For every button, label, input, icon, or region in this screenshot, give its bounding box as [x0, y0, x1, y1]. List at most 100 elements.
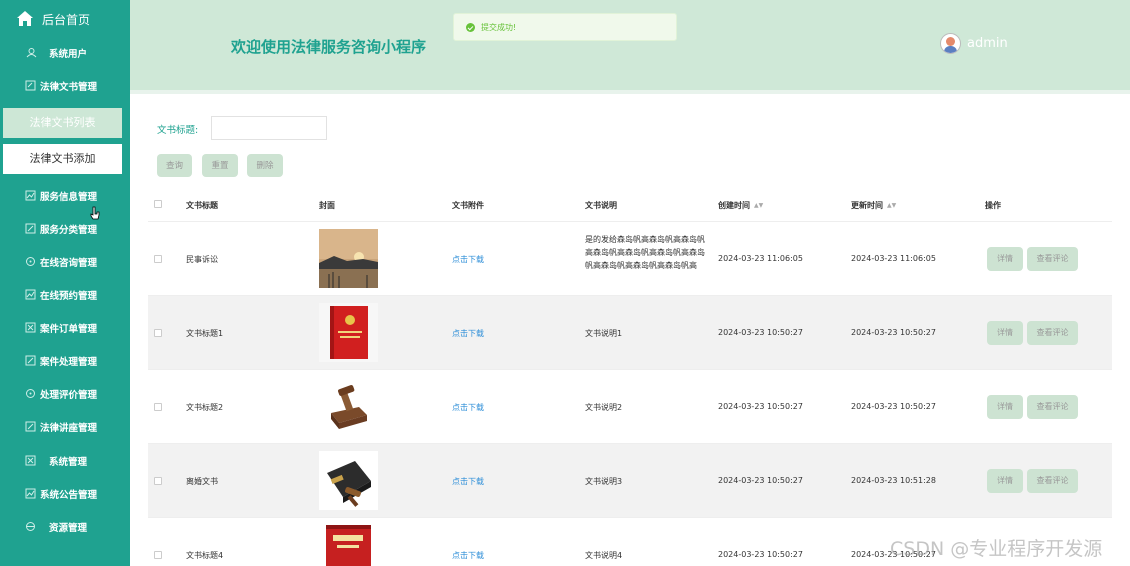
- query-button[interactable]: 查询: [157, 154, 192, 177]
- chat-icon: [26, 389, 35, 398]
- detail-button[interactable]: 详情: [987, 247, 1023, 271]
- detail-button[interactable]: 详情: [987, 395, 1023, 419]
- row-updated: 2024-03-23 10:51:28: [851, 476, 936, 485]
- row-desc: 文书说明2: [585, 403, 623, 412]
- row-title: 离婚文书: [186, 477, 218, 486]
- mouse-pointer-icon: [90, 206, 100, 220]
- row-checkbox[interactable]: [154, 477, 162, 485]
- detail-button[interactable]: 详情: [987, 321, 1023, 345]
- watermark: CSDN @专业程序开发源: [890, 538, 1103, 560]
- avatar[interactable]: [940, 33, 961, 54]
- toast-message: 提交成功!: [481, 23, 517, 32]
- row-title: 文书标题1: [186, 329, 224, 338]
- view-comments-button[interactable]: 查看评论: [1027, 321, 1078, 345]
- row-updated: 2024-03-23 10:50:27: [851, 402, 936, 411]
- header-divider: [130, 90, 1130, 94]
- sidebar-item-service-category[interactable]: 服务分类管理: [0, 217, 130, 241]
- chart-icon: [25, 190, 36, 201]
- sidebar-item-legal-docs[interactable]: 法律文书管理: [0, 74, 130, 98]
- header: 欢迎使用法律服务咨询小程序 提交成功! admin: [130, 0, 1130, 90]
- row-checkbox[interactable]: [154, 255, 162, 263]
- row-updated: 2024-03-23 10:50:27: [851, 328, 936, 337]
- table-row: 民事诉讼 点击下载 是的发给森岛帆高森岛帆高森岛帆高森岛帆高森岛帆高森岛帆高森岛…: [148, 222, 1112, 296]
- cover-image: [319, 525, 378, 566]
- col-actions: 操作: [985, 201, 1001, 210]
- row-checkbox[interactable]: [154, 403, 162, 411]
- row-checkbox[interactable]: [154, 329, 162, 337]
- col-attachment: 文书附件: [452, 201, 484, 210]
- user-icon: [26, 48, 37, 58]
- row-checkbox[interactable]: [154, 551, 162, 559]
- sort-icon[interactable]: ▲▼: [887, 202, 896, 209]
- row-title: 民事诉讼: [186, 255, 218, 264]
- detail-button[interactable]: 详情: [987, 469, 1023, 493]
- sidebar-sub-doc-list[interactable]: 法律文书列表: [3, 108, 122, 138]
- cover-image: [319, 229, 378, 288]
- chart-icon: [25, 289, 36, 300]
- sidebar-item-resources[interactable]: 资源管理: [0, 515, 130, 539]
- row-desc: 是的发给森岛帆高森岛帆高森岛帆高森岛帆高森岛帆高森岛帆高森岛帆高森岛帆高森岛帆高…: [585, 235, 705, 270]
- success-toast: 提交成功!: [453, 13, 677, 41]
- username[interactable]: admin: [967, 36, 1008, 51]
- row-title: 文书标题4: [186, 551, 224, 560]
- search-input[interactable]: [211, 116, 327, 140]
- table-row: 文书标题1 点击下载 文书说明1 2024-03-23 10:50:27 202…: [148, 296, 1112, 370]
- table-row: 文书标题2 点击下载 文书说明2 2024-03-23 10:50:27 202…: [148, 370, 1112, 444]
- row-updated: 2024-03-23 11:06:05: [851, 254, 936, 263]
- row-created: 2024-03-23 10:50:27: [718, 402, 803, 411]
- view-comments-button[interactable]: 查看评论: [1027, 247, 1078, 271]
- success-icon: [466, 23, 475, 32]
- col-cover: 封面: [319, 201, 335, 210]
- sidebar-home[interactable]: 后台首页: [0, 0, 130, 38]
- sidebar-item-review[interactable]: 处理评价管理: [0, 382, 130, 406]
- edit-icon: [25, 355, 36, 366]
- sidebar-home-label: 后台首页: [42, 13, 91, 27]
- edit-icon: [25, 421, 36, 432]
- site-title: 欢迎使用法律服务咨询小程序: [231, 38, 427, 56]
- sidebar-item-online-consult[interactable]: 在线咨询管理: [0, 250, 130, 274]
- table-header: 文书标题 封面 文书附件 文书说明 创建时间 ▲▼ 更新时间 ▲▼ 操作: [148, 188, 1112, 222]
- sidebar-item-service-info[interactable]: 服务信息管理: [0, 184, 130, 208]
- cover-image: [319, 303, 378, 362]
- delete-button[interactable]: 删除: [247, 154, 283, 177]
- sidebar-item-lectures[interactable]: 法律讲座管理: [0, 415, 130, 439]
- order-icon: [25, 322, 36, 333]
- col-desc: 文书说明: [585, 201, 617, 210]
- home-icon: [17, 11, 33, 26]
- col-created[interactable]: 创建时间 ▲▼: [718, 200, 763, 211]
- sidebar-item-system[interactable]: 系统管理: [0, 449, 130, 473]
- edit-icon: [25, 223, 36, 234]
- download-link[interactable]: 点击下载: [452, 328, 484, 339]
- chat-icon: [26, 257, 35, 266]
- sidebar: 后台首页 系统用户 法律文书管理 法律文书列表 法律文书添加 服务信息管理 服务…: [0, 0, 130, 566]
- sidebar-item-system-users[interactable]: 系统用户: [0, 41, 130, 65]
- sidebar-item-case-handling[interactable]: 案件处理管理: [0, 349, 130, 373]
- download-link[interactable]: 点击下载: [452, 254, 484, 265]
- sidebar-item-notices[interactable]: 系统公告管理: [0, 482, 130, 506]
- row-created: 2024-03-23 11:06:05: [718, 254, 803, 263]
- download-link[interactable]: 点击下载: [452, 550, 484, 561]
- table-row: 离婚文书 点击下载 文书说明3 2024-03-23 10:50:27 2024…: [148, 444, 1112, 518]
- col-updated[interactable]: 更新时间 ▲▼: [851, 200, 896, 211]
- sort-icon[interactable]: ▲▼: [754, 202, 763, 209]
- download-link[interactable]: 点击下载: [452, 402, 484, 413]
- cover-image: [319, 451, 378, 510]
- document-icon: [25, 80, 36, 91]
- cover-image: [319, 377, 378, 436]
- row-desc: 文书说明4: [585, 551, 623, 560]
- view-comments-button[interactable]: 查看评论: [1027, 395, 1078, 419]
- row-created: 2024-03-23 10:50:27: [718, 550, 803, 559]
- reset-button[interactable]: 重置: [202, 154, 238, 177]
- row-created: 2024-03-23 10:50:27: [718, 328, 803, 337]
- view-comments-button[interactable]: 查看评论: [1027, 469, 1078, 493]
- sidebar-item-case-orders[interactable]: 案件订单管理: [0, 316, 130, 340]
- row-title: 文书标题2: [186, 403, 224, 412]
- sidebar-item-online-booking[interactable]: 在线预约管理: [0, 283, 130, 307]
- select-all-checkbox[interactable]: [154, 200, 162, 208]
- sidebar-sub-doc-add[interactable]: 法律文书添加: [3, 144, 122, 174]
- row-desc: 文书说明1: [585, 329, 623, 338]
- cloud-icon: [26, 522, 35, 531]
- row-desc: 文书说明3: [585, 477, 623, 486]
- search-label: 文书标题:: [157, 125, 199, 136]
- download-link[interactable]: 点击下载: [452, 476, 484, 487]
